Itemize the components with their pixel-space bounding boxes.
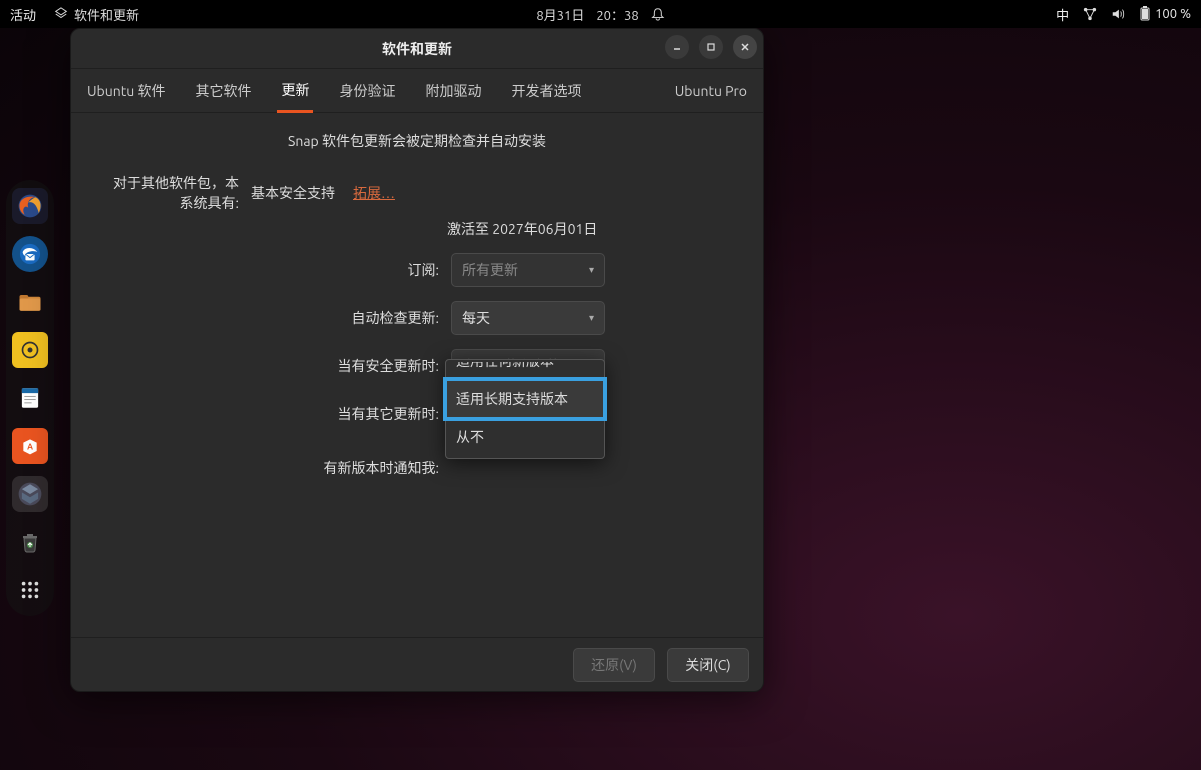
dock-thunderbird[interactable]: [12, 236, 48, 272]
svg-text:A: A: [27, 441, 33, 451]
auto-check-label: 自动检查更新:: [101, 308, 451, 328]
tab-updates[interactable]: 更新: [277, 70, 313, 113]
battery-percent: 100 %: [1155, 7, 1191, 21]
subscribe-combo: 所有更新 ▾: [451, 253, 605, 287]
app-menu[interactable]: 软件和更新: [54, 5, 139, 24]
close-dialog-button[interactable]: 关闭(C): [667, 648, 749, 682]
notify-option-lts[interactable]: 适用长期支持版本: [446, 380, 604, 418]
dialog-footer: 还原(V) 关闭(C): [71, 637, 763, 691]
software-updates-icon: [54, 7, 68, 21]
tab-other-software[interactable]: 其它软件: [191, 71, 255, 111]
tab-developer-options[interactable]: 开发者选项: [507, 71, 585, 111]
dock-show-apps[interactable]: [12, 572, 48, 608]
security-support-value: 基本安全支持: [251, 183, 335, 203]
network-icon[interactable]: [1083, 7, 1097, 21]
security-updates-label: 当有安全更新时:: [101, 356, 451, 376]
subscribe-label: 订阅:: [101, 260, 451, 280]
dock-ubuntu-software[interactable]: A: [12, 428, 48, 464]
tab-ubuntu-pro[interactable]: Ubuntu Pro: [671, 73, 751, 109]
volume-icon[interactable]: [1111, 7, 1125, 21]
notification-icon[interactable]: [651, 7, 665, 21]
dock-rhythmbox[interactable]: [12, 332, 48, 368]
dock-files[interactable]: [12, 284, 48, 320]
tab-ubuntu-software[interactable]: Ubuntu 软件: [83, 71, 169, 111]
close-button[interactable]: [733, 35, 757, 59]
notify-label: 有新版本时通知我:: [101, 458, 451, 478]
tab-authentication[interactable]: 身份验证: [335, 71, 399, 111]
maximize-button[interactable]: [699, 35, 723, 59]
active-until: 激活至 2027年06月01日: [447, 219, 597, 239]
chevron-down-icon: ▾: [589, 264, 594, 276]
dock-firefox[interactable]: [12, 188, 48, 224]
dock-writer[interactable]: [12, 380, 48, 416]
window-title: 软件和更新: [382, 39, 452, 59]
activities-button[interactable]: 活动: [10, 5, 36, 24]
app-menu-label: 软件和更新: [74, 5, 139, 24]
chevron-down-icon: ▾: [589, 312, 594, 324]
content-area: Snap 软件包更新会被定期检查并自动安装 对于其他软件包，本系统具有: 基本安…: [71, 113, 763, 637]
snap-note: Snap 软件包更新会被定期检查并自动安装: [101, 131, 733, 151]
time-label[interactable]: 20：38: [596, 5, 638, 24]
notify-option-never[interactable]: 从不: [446, 418, 604, 456]
dock: A: [6, 180, 54, 616]
notify-option-any[interactable]: 适用任何新版本: [446, 362, 604, 380]
battery-icon: [1139, 6, 1151, 22]
auto-check-value: 每天: [462, 308, 490, 328]
date-label[interactable]: 8月31日: [536, 5, 584, 24]
battery-indicator[interactable]: 100 %: [1139, 6, 1191, 22]
titlebar[interactable]: 软件和更新: [71, 29, 763, 69]
dock-software-updates[interactable]: [12, 476, 48, 512]
security-support-label: 对于其他软件包，本系统具有:: [101, 173, 251, 213]
revert-button[interactable]: 还原(V): [573, 648, 655, 682]
other-updates-label: 当有其它更新时:: [101, 404, 451, 424]
dock-trash[interactable]: [12, 524, 48, 560]
minimize-button[interactable]: [665, 35, 689, 59]
input-method-indicator[interactable]: 中: [1056, 5, 1069, 24]
software-updates-window: 软件和更新 Ubuntu 软件 其它软件 更新 身份验证 附加驱动 开发者选项 …: [70, 28, 764, 692]
subscribe-value: 所有更新: [462, 260, 518, 280]
tab-additional-drivers[interactable]: 附加驱动: [421, 71, 485, 111]
notify-dropdown: 适用任何新版本 适用长期支持版本 从不: [445, 359, 605, 459]
extend-link[interactable]: 拓展…: [353, 183, 395, 203]
tab-bar: Ubuntu 软件 其它软件 更新 身份验证 附加驱动 开发者选项 Ubuntu…: [71, 69, 763, 113]
top-bar: 活动 软件和更新 8月31日 20：38 中 100 %: [0, 0, 1201, 28]
auto-check-combo[interactable]: 每天 ▾: [451, 301, 605, 335]
